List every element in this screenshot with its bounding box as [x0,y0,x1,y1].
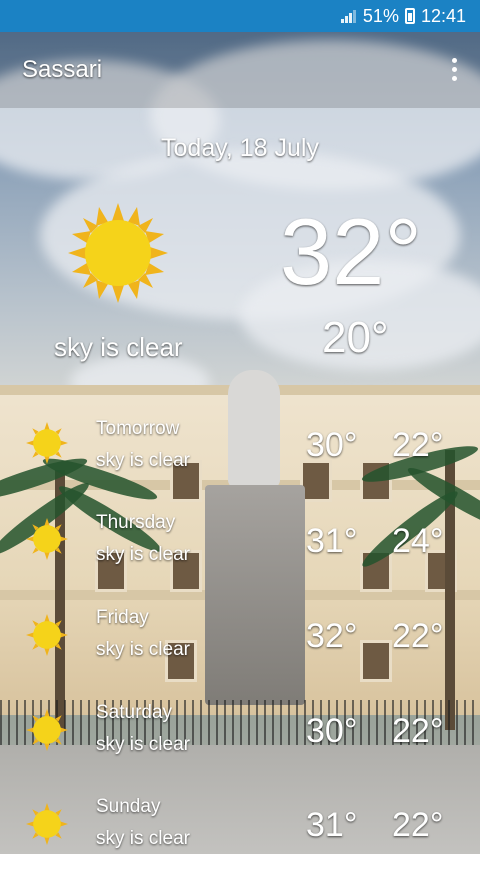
forecast-condition: sky is clear [96,544,190,565]
forecast-max-temp: 30° [306,426,358,464]
forecast-row[interactable]: Friday sky is clear 32° 22° [0,607,480,687]
forecast-row[interactable]: Saturday sky is clear 30° 22° [0,702,480,782]
forecast-day: Sunday [96,796,161,817]
forecast-condition: sky is clear [96,639,190,660]
forecast-condition: sky is clear [96,734,190,755]
clock: 12:41 [420,5,466,26]
forecast-max-temp: 31° [306,806,358,844]
forecast-min-temp: 24° [392,522,444,560]
today-max-temp: 32° [279,199,422,304]
sun-icon [26,803,68,845]
sun-icon [26,422,68,464]
forecast-day: Tomorrow [96,418,180,439]
forecast-min-temp: 22° [392,712,444,750]
sun-icon [26,614,68,656]
forecast-max-temp: 30° [306,712,358,750]
city-title: Sassari [22,56,103,83]
overflow-menu-icon[interactable] [452,58,458,81]
today-condition: sky is clear [54,332,183,362]
forecast-row[interactable]: Thursday sky is clear 31° 24° [0,512,480,592]
status-bar: 51% 12:41 [0,0,480,32]
battery-percent: 51% [362,5,399,26]
sun-icon [68,203,168,303]
battery-icon [404,8,415,24]
sun-icon [26,518,68,560]
app-bar: Sassari [0,32,480,108]
forecast-min-temp: 22° [392,806,444,844]
forecast-day: Thursday [96,512,176,533]
forecast-day: Saturday [96,702,173,723]
forecast-max-temp: 31° [306,522,358,560]
forecast-day: Friday [96,607,149,628]
forecast-row[interactable]: Sunday sky is clear 31° 22° [0,796,480,876]
signal-icon [340,9,357,23]
forecast-max-temp: 32° [306,617,358,655]
forecast-min-temp: 22° [392,617,444,655]
forecast-condition: sky is clear [96,450,190,471]
forecast-min-temp: 22° [392,426,444,464]
today-date: Today, 18 July [161,134,319,162]
forecast-row[interactable]: Tomorrow sky is clear 30° 22° [0,418,480,498]
forecast-condition: sky is clear [96,828,190,849]
today-min-temp: 20° [322,313,389,362]
sun-icon [26,709,68,751]
